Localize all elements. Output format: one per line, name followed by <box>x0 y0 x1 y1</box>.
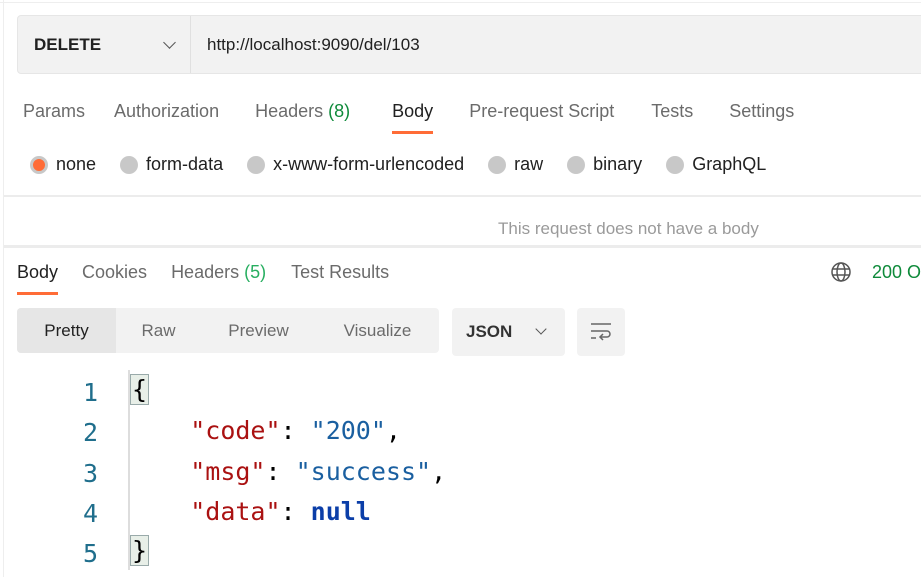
line-number: 5 <box>82 539 98 568</box>
headers-count: (5) <box>244 262 267 282</box>
json-value: "success" <box>295 457 432 486</box>
tab-tests[interactable]: Tests <box>651 101 693 122</box>
body-type-radios: none form-data x-www-form-urlencoded raw… <box>30 154 790 175</box>
open-brace: { <box>130 374 150 405</box>
comma: , <box>385 416 401 445</box>
tab-cookies[interactable]: Cookies <box>82 262 147 283</box>
json-value: null <box>310 497 371 526</box>
radio-label: form-data <box>146 154 224 174</box>
tab-params[interactable]: Params <box>23 101 85 122</box>
format-label: JSON <box>466 322 513 341</box>
radio-label: x-www-form-urlencoded <box>273 154 465 174</box>
wrap-icon <box>591 323 611 341</box>
radio-label: raw <box>514 154 544 174</box>
tab-label: Headers <box>255 101 324 121</box>
format-select[interactable]: JSON <box>452 308 565 356</box>
tab-test-results[interactable]: Test Results <box>291 262 389 283</box>
radio-form-data[interactable]: form-data <box>120 154 223 175</box>
request-tabs: Params Authorization Headers (8) Body Pr… <box>23 101 794 134</box>
close-brace: } <box>130 535 150 566</box>
chevron-down-icon <box>163 36 176 49</box>
status-code: 200 O <box>872 262 921 282</box>
radio-graphql[interactable]: GraphQL <box>666 154 766 175</box>
tab-pre-request-script[interactable]: Pre-request Script <box>469 101 614 122</box>
response-tabs: Body Cookies Headers (5) Test Results <box>17 262 389 295</box>
line-number: 1 <box>82 378 98 407</box>
radio-label: none <box>56 154 97 174</box>
method-label: DELETE <box>34 34 102 54</box>
view-raw[interactable]: Raw <box>116 308 201 353</box>
radio-icon <box>567 155 586 174</box>
method-select[interactable]: DELETE <box>18 16 191 73</box>
divider <box>3 0 4 577</box>
code-line: { <box>130 374 150 405</box>
tab-settings[interactable]: Settings <box>729 101 794 122</box>
divider <box>4 245 921 248</box>
line-number: 3 <box>82 459 98 488</box>
radio-label: GraphQL <box>692 154 767 174</box>
code-line: "code": "200", <box>190 416 401 445</box>
tab-label: Headers <box>171 262 240 282</box>
line-number: 2 <box>82 418 98 447</box>
code-line: "data": null <box>190 497 371 526</box>
view-visualize[interactable]: Visualize <box>316 308 439 353</box>
view-preview[interactable]: Preview <box>201 308 316 353</box>
tab-authorization[interactable]: Authorization <box>114 101 219 122</box>
radio-x-www-form-urlencoded[interactable]: x-www-form-urlencoded <box>247 154 464 175</box>
tab-response-headers[interactable]: Headers (5) <box>171 262 266 283</box>
radio-selected-icon <box>30 155 48 174</box>
radio-raw[interactable]: raw <box>488 154 543 175</box>
radio-label: binary <box>593 154 643 174</box>
radio-icon <box>488 155 507 174</box>
tab-response-body[interactable]: Body <box>17 262 59 295</box>
view-mode-switch: Pretty Raw Preview Visualize <box>17 308 439 353</box>
line-number: 4 <box>82 499 98 528</box>
radio-binary[interactable]: binary <box>567 154 642 175</box>
chevron-down-icon <box>535 323 547 335</box>
json-key: "msg" <box>190 457 266 486</box>
divider <box>0 2 921 3</box>
view-pretty[interactable]: Pretty <box>17 308 116 353</box>
headers-count: (8) <box>328 101 351 121</box>
divider <box>4 195 921 197</box>
globe-icon[interactable] <box>830 261 852 283</box>
code-line: "msg": "success", <box>190 457 447 486</box>
radio-icon <box>120 155 139 174</box>
radio-icon <box>666 155 685 174</box>
url-input[interactable]: http://localhost:9090/del/103 <box>191 35 420 55</box>
comma: , <box>431 457 447 486</box>
json-value: "200" <box>310 416 386 445</box>
tab-headers[interactable]: Headers (8) <box>255 101 350 122</box>
radio-icon <box>247 155 266 174</box>
code-line: } <box>130 535 150 566</box>
wrap-lines-button[interactable] <box>577 308 625 356</box>
url-bar: DELETE http://localhost:9090/del/103 <box>17 15 921 74</box>
json-key: "code" <box>190 416 281 445</box>
tab-body[interactable]: Body <box>392 101 434 134</box>
radio-none[interactable]: none <box>30 154 96 175</box>
no-body-message: This request does not have a body <box>498 219 759 238</box>
json-key: "data" <box>190 497 281 526</box>
